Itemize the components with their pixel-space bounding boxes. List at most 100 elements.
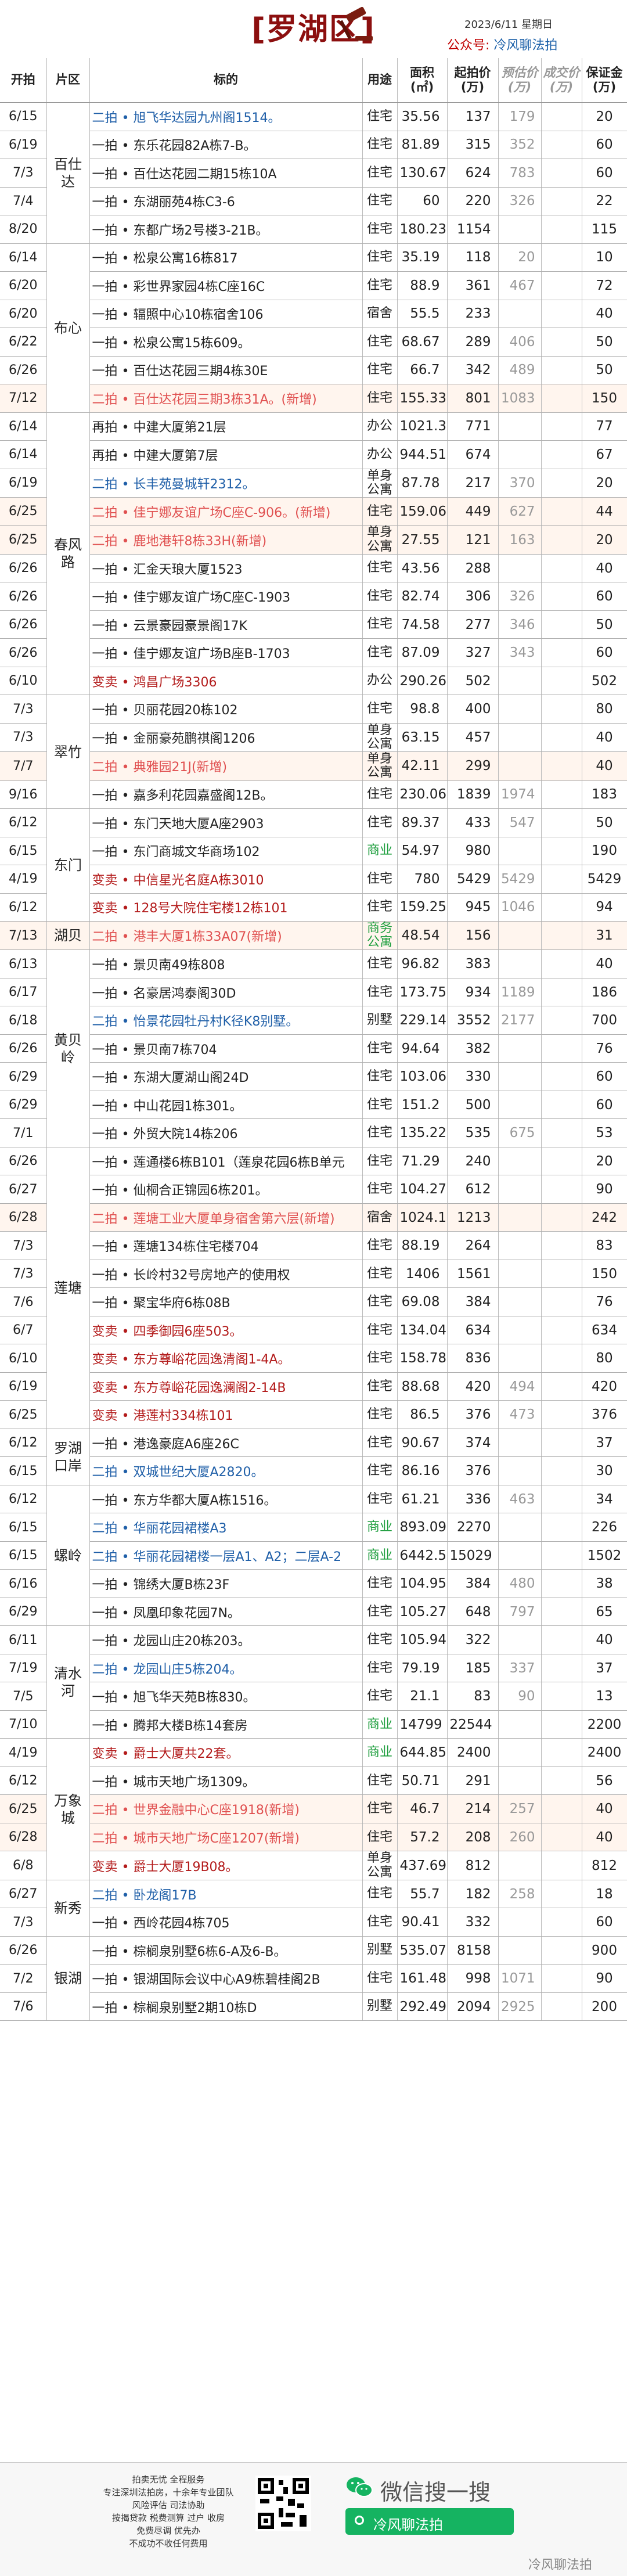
row-size: 35.19 [397, 243, 448, 272]
table-row[interactable]: 6/29 一拍 • 凤凰印象花园7N。 住宅 105.27 648 797 65 [0, 1598, 627, 1627]
table-row[interactable]: 9/16 一拍 • 嘉多利花园嘉盛阁12B。 住宅 230.06 1839 1974 183 [0, 780, 627, 809]
table-row[interactable]: 6/11 清水河 一拍 • 龙园山庄20栋203。 住宅 105.94 322 40 [0, 1625, 627, 1739]
table-row[interactable]: 6/10 变卖 • 东方尊峪花园逸清阁1-4A。 住宅 158.78 836 80 [0, 1344, 627, 1373]
row-deposit: 2200 [582, 1710, 627, 1739]
table-row[interactable]: 6/20 一拍 • 彩世界家园4栋C座16C 住宅 88.9 361 467 72 [0, 271, 627, 300]
row-date: 6/25 [0, 525, 47, 555]
table-row[interactable]: 7/4 一拍 • 东湖丽苑4栋C3-6 住宅 60 220 326 22 [0, 187, 627, 215]
row-estimate-price: 783 [498, 159, 542, 188]
table-row[interactable]: 6/26 一拍 • 汇金天琅大厦1523 住宅 43.56 288 40 [0, 554, 627, 583]
table-row[interactable]: 6/26 一拍 • 佳宁娜友谊广场B座B-1703 住宅 87.09 327 343 60 [0, 638, 627, 667]
row-start-price: 1561 [447, 1260, 499, 1289]
row-name: 一拍 • 城市天地广场1309。 [89, 1766, 363, 1796]
row-date: 7/2 [0, 1964, 47, 1993]
row-deposit: 38 [582, 1569, 627, 1598]
table-row[interactable]: 6/26 一拍 • 景贝南7栋704 住宅 94.64 382 76 [0, 1034, 627, 1063]
table-row[interactable]: 7/19 二拍 • 龙园山庄5栋204。 住宅 79.19 185 337 37 [0, 1654, 627, 1683]
row-deposit: 37 [582, 1429, 627, 1458]
table-row[interactable]: 6/25 二拍 • 世界金融中心C座1918(新增) 住宅 46.7 214 257 40 [0, 1794, 627, 1823]
row-deal-price [541, 1851, 582, 1880]
row-deal-price [541, 1738, 582, 1767]
row-start-price: 420 [447, 1372, 499, 1401]
row-deal-price [541, 243, 582, 272]
table-row[interactable]: 7/2 一拍 • 银湖国际会议中心A9栋碧桂阁2B 住宅 161.48 998 1071 9… [0, 1964, 627, 1993]
table-row[interactable]: 7/1 一拍 • 外贸大院14栋206 住宅 135.22 535 675 53 [0, 1118, 627, 1147]
table-row[interactable]: 6/7 变卖 • 四季御园6座503。 住宅 134.04 634 634 [0, 1316, 627, 1345]
table-row[interactable]: 6/22 一拍 • 松泉公寓15栋609。 住宅 68.67 289 406 50 [0, 328, 627, 357]
table-row[interactable]: 6/15 二拍 • 双城世纪大厦A2820。 住宅 86.16 376 30 [0, 1456, 627, 1485]
table-row[interactable]: 6/29 一拍 • 东湖大厦湖山阁24D 住宅 103.06 330 60 [0, 1062, 627, 1091]
row-name: 二拍 • 长丰苑曼城轩2312。 [89, 469, 363, 498]
table-row[interactable]: 7/7 二拍 • 典雅园21J(新增) 单身公寓 42.11 299 40 [0, 751, 627, 781]
table-row[interactable]: 6/8 变卖 • 爵士大厦19B08。 单身公寓 437.69 812 812 [0, 1851, 627, 1880]
table-row[interactable]: 7/10 一拍 • 腾邦大楼B栋14套房 商业 14799 22544 2200 [0, 1710, 627, 1739]
qr-code-icon[interactable] [255, 2476, 311, 2531]
table-row[interactable]: 6/20 一拍 • 辐照中心10栋宿舍106 宿舍 55.5 233 40 [0, 300, 627, 328]
table-row[interactable]: 6/14 再拍 • 中建大厦第7层 办公 944.51 674 67 [0, 440, 627, 469]
table-row[interactable]: 6/19 一拍 • 东乐花园82A栋7-B。 住宅 81.89 315 352 60 [0, 131, 627, 159]
table-row[interactable]: 6/17 一拍 • 名豪居鸿泰阁30D 住宅 173.75 934 1189 186 [0, 978, 627, 1007]
table-row[interactable]: 8/20 一拍 • 东都广场2号楼3-21B。 住宅 180.23 1154 115 [0, 215, 627, 244]
row-start-price: 156 [447, 921, 499, 951]
table-row[interactable]: 6/26 一拍 • 百仕达花园三期4栋30E 住宅 66.7 342 489 50 [0, 356, 627, 384]
row-start-price: 400 [447, 695, 499, 724]
table-row[interactable]: 6/18 二拍 • 怡景花园牡丹村K径K8别墅。 别墅 229.14 3552 2177 7… [0, 1006, 627, 1035]
table-row[interactable]: 6/28 二拍 • 莲塘工业大厦单身宿舍第六层(新增) 宿舍 1024.1 1213 24… [0, 1203, 627, 1232]
table-row[interactable]: 7/6 一拍 • 棕榈泉别墅2期10栋D 别墅 292.49 2094 2925 200 [0, 1992, 627, 2021]
search-box[interactable]: 冷风聊法拍 [345, 2508, 514, 2535]
table-row[interactable]: 7/13 湖贝 二拍 • 港丰大厦1栋33A07(新增) 商务公寓 48.54 156 31 [0, 921, 627, 951]
table-row[interactable]: 6/12 罗湖口岸 一拍 • 港逸豪庭A6座26C 住宅 90.67 374 37 [0, 1429, 627, 1485]
row-estimate-price [498, 949, 542, 978]
table-row[interactable]: 6/12 一拍 • 城市天地广场1309。 住宅 50.71 291 56 [0, 1766, 627, 1796]
table-row[interactable]: 6/19 变卖 • 东方尊峪花园逸澜阁2-14B 住宅 88.68 420 494 420 [0, 1372, 627, 1401]
table-row[interactable]: 6/29 一拍 • 中山花园1栋301。 住宅 151.2 500 60 [0, 1091, 627, 1120]
table-row[interactable]: 6/25 二拍 • 鹿地港轩8栋33H(新增) 单身公寓 27.55 121 163 20 [0, 525, 627, 555]
row-deposit: 60 [582, 159, 627, 188]
table-row[interactable]: 6/13 黄贝岭 一拍 • 景贝南49栋808 住宅 96.82 383 40 [0, 949, 627, 1147]
table-row[interactable]: 4/19 万象城 变卖 • 爵士大厦共22套。 商业 644.85 2400 2400 [0, 1738, 627, 1880]
table-row[interactable]: 6/27 新秀 二拍 • 卧龙阁17B 住宅 55.7 182 258 18 [0, 1880, 627, 1937]
table-row[interactable]: 6/28 二拍 • 城市天地广场C座1207(新增) 住宅 57.2 208 260 40 [0, 1823, 627, 1852]
row-size: 134.04 [397, 1316, 448, 1345]
table-row[interactable]: 7/3 一拍 • 莲塘134栋住宅楼704 住宅 88.19 264 83 [0, 1231, 627, 1260]
table-row[interactable]: 6/16 一拍 • 锦绣大厦B栋23F 住宅 104.95 384 480 38 [0, 1569, 627, 1598]
row-estimate-price: 547 [498, 808, 542, 837]
table-row[interactable]: 7/3 一拍 • 百仕达花园二期15栋10A 住宅 130.67 624 783 60 [0, 159, 627, 188]
row-deal-price [541, 808, 582, 837]
row-size: 88.68 [397, 1372, 448, 1401]
table-row[interactable]: 7/3 翠竹 一拍 • 贝丽花园20栋102 住宅 98.8 400 80 [0, 695, 627, 809]
table-row[interactable]: 6/19 二拍 • 长丰苑曼城轩2312。 单身公寓 87.78 217 370 20 [0, 469, 627, 498]
table-row[interactable]: 4/19 变卖 • 中信星光名庭A栋3010 住宅 780 5429 5429 5429 [0, 865, 627, 894]
row-name: 一拍 • 外贸大院14栋206 [89, 1118, 363, 1147]
table-row[interactable]: 7/3 一拍 • 西岭花园4栋705 住宅 90.41 332 60 [0, 1908, 627, 1937]
table-row[interactable]: 7/5 一拍 • 旭飞华天苑B栋830。 住宅 21.1 83 90 13 [0, 1682, 627, 1711]
table-row[interactable]: 6/15 百仕达 二拍 • 旭飞华达园九州阁1514。 住宅 35.56 137 179 20 [0, 102, 627, 244]
row-date: 6/26 [0, 610, 47, 639]
table-row[interactable]: 6/10 变卖 • 鸿昌广场3306 办公 290.26 502 502 [0, 667, 627, 696]
table-row[interactable]: 6/26 一拍 • 云景豪园豪景阁17K 住宅 74.58 277 346 50 [0, 610, 627, 639]
table-row[interactable]: 6/27 一拍 • 仙桐合正锦园6栋201。 住宅 104.27 612 90 [0, 1175, 627, 1204]
table-row[interactable]: 6/15 二拍 • 华丽花园裙楼一层A1、A2；二层A-2 商业 6442.5 1502… [0, 1541, 627, 1570]
table-row[interactable]: 6/15 一拍 • 东门商城文华商场102 商业 54.97 980 190 [0, 837, 627, 865]
table-row[interactable]: 6/26 一拍 • 佳宁娜友谊广场C座C-1903 住宅 82.74 306 326 60 [0, 582, 627, 611]
table-row[interactable]: 6/25 二拍 • 佳宁娜友谊广场C座C-906。(新增) 住宅 159.06 449 6… [0, 497, 627, 526]
table-row[interactable]: 6/14 春风路 再拍 • 中建大厦第21层 办公 1021.3 771 77 [0, 412, 627, 696]
table-row[interactable]: 6/14 布心 一拍 • 松泉公寓16栋817 住宅 35.19 118 20 10 [0, 243, 627, 413]
table-row[interactable]: 6/25 变卖 • 港莲村334栋101 住宅 86.5 376 473 376 [0, 1400, 627, 1429]
table-row[interactable]: 7/6 一拍 • 聚宝华府6栋08B 住宅 69.08 384 76 [0, 1287, 627, 1316]
row-deal-price [541, 187, 582, 215]
table-row[interactable]: 6/15 二拍 • 华丽花园裙楼A3 商业 893.09 2270 226 [0, 1513, 627, 1542]
table-row[interactable]: 7/3 一拍 • 长岭村32号房地产的使用权 住宅 1406 1561 150 [0, 1260, 627, 1289]
table-row[interactable]: 7/3 一拍 • 金丽豪苑鹏祺阁1206 单身公寓 63.15 457 40 [0, 723, 627, 753]
table-row[interactable]: 6/12 螺岭 一拍 • 东方华都大厦A栋1516。 住宅 61.21 336 463 34 [0, 1485, 627, 1627]
table-row[interactable]: 6/12 变卖 • 128号大院住宅楼12栋101 住宅 159.25 945 1046 9… [0, 893, 627, 922]
row-use: 住宅 [362, 695, 398, 724]
row-use: 住宅 [362, 1344, 398, 1373]
table-row[interactable]: 6/12 东门 一拍 • 东门天地大厦A座2903 住宅 89.37 433 547 50 [0, 808, 627, 922]
col-start: 起拍价 (万) [447, 58, 499, 103]
row-estimate-price: 1046 [498, 893, 542, 922]
row-start-price: 376 [447, 1400, 499, 1429]
table-row[interactable]: 6/26 莲塘 一拍 • 莲通楼6栋B101（莲泉花园6栋B单元 住宅 71.29 240… [0, 1147, 627, 1429]
table-row[interactable]: 6/26 银湖 一拍 • 棕榈泉别墅6栋6-A及6-B。 别墅 535.07 8158 90… [0, 1936, 627, 2021]
table-row[interactable]: 7/12 二拍 • 百仕达花园三期3栋31A。(新增) 住宅 155.33 801 108… [0, 384, 627, 413]
